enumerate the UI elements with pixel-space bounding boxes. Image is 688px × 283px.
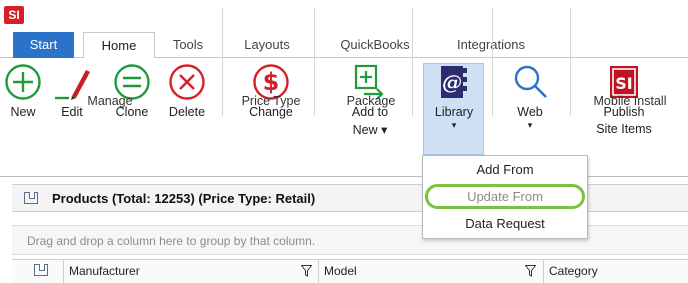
new-label: New [10, 105, 36, 119]
change-price-type-button[interactable]: $ Change [240, 63, 302, 120]
svg-text:SI: SI [615, 74, 632, 93]
web-button[interactable]: Web ▾ [502, 63, 558, 130]
group-by-hint: Drag and drop a column here to group by … [27, 234, 316, 248]
column-header-model[interactable]: Model [319, 260, 544, 283]
tab-integrations[interactable]: Integrations [446, 32, 536, 58]
web-caret-icon: ▾ [527, 120, 533, 130]
new-button[interactable]: New [3, 63, 43, 120]
group-label-mobile-install: Mobile Install [593, 94, 667, 108]
group-label-package: Package [346, 94, 396, 108]
group-label-price-type: Price Type [241, 94, 301, 108]
delete-label: Delete [168, 105, 206, 119]
menu-item-add-from[interactable]: Add From [423, 157, 587, 183]
library-button[interactable]: @ Library ▾ [424, 63, 484, 130]
delete-button[interactable]: Delete [164, 63, 210, 120]
magnifier-icon [514, 65, 547, 98]
column-label-manufacturer: Manufacturer [69, 264, 140, 278]
title-bar: SI [0, 0, 688, 32]
panel-pin-icon[interactable] [24, 192, 38, 204]
app-logo: SI [4, 6, 24, 24]
column-label-category: Category [549, 264, 598, 278]
column-header-category[interactable]: Category [544, 260, 688, 283]
group-label-manage: Manage [87, 94, 133, 108]
plus-circle-icon [5, 64, 41, 100]
tab-start[interactable]: Start [13, 32, 74, 58]
column-header-manufacturer[interactable]: Manufacturer [64, 260, 319, 283]
update-from-highlight-ring [425, 184, 585, 209]
svg-text:$: $ [263, 68, 280, 96]
svg-text:@: @ [442, 70, 462, 94]
edit-button[interactable]: Edit [50, 63, 94, 120]
filter-icon[interactable] [525, 265, 536, 277]
group-separator [314, 8, 315, 116]
filter-icon[interactable] [301, 265, 312, 277]
tab-quickbooks[interactable]: QuickBooks [331, 32, 419, 58]
grid-column-header-row: Manufacturer Model Category [12, 259, 688, 283]
menu-item-data-request[interactable]: Data Request [423, 211, 587, 237]
tab-home[interactable]: Home [83, 32, 155, 59]
column-chooser-icon[interactable] [34, 264, 48, 276]
ribbon-tab-row: Start Home Tools Layouts QuickBooks Inte… [0, 32, 688, 59]
web-label: Web [517, 105, 543, 119]
library-label: Library [434, 105, 474, 119]
delete-circle-icon [169, 64, 205, 100]
library-caret-icon: ▾ [451, 120, 457, 130]
tab-layouts[interactable]: Layouts [238, 32, 296, 58]
group-separator [222, 8, 223, 116]
column-label-model: Model [324, 264, 357, 278]
group-separator [492, 8, 493, 116]
tab-tools[interactable]: Tools [166, 32, 210, 58]
library-book-icon: @ [441, 66, 467, 98]
products-title: Products (Total: 12253) (Price Type: Ret… [52, 191, 316, 206]
site-items-label: Site Items [596, 122, 652, 136]
column-chooser-cell[interactable] [12, 260, 64, 283]
group-separator [570, 8, 571, 116]
new-dropdown-label: New ▾ [352, 123, 388, 137]
group-separator [412, 8, 413, 116]
clone-button[interactable]: Clone [110, 63, 154, 120]
library-dropdown-menu: Add From Update From Data Request [422, 155, 588, 239]
